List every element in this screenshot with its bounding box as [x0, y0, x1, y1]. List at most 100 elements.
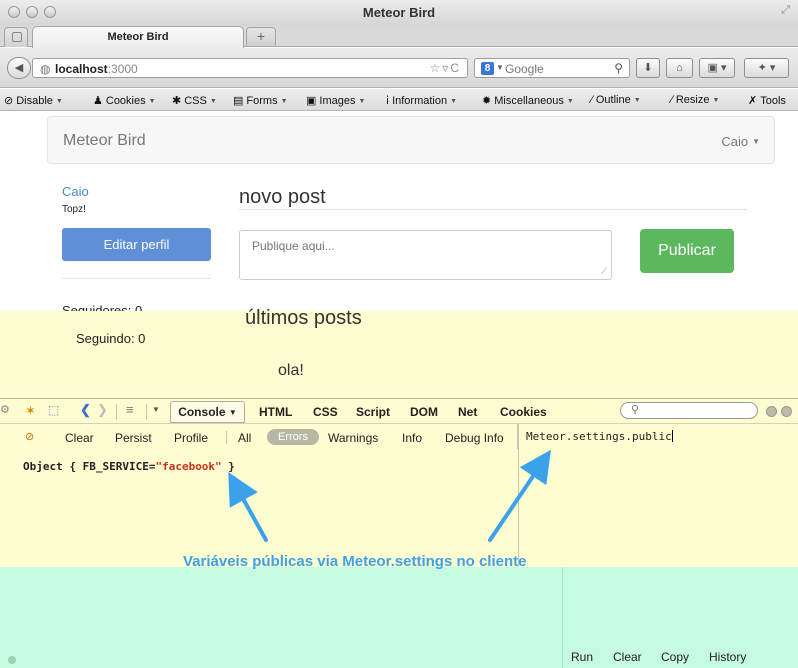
resize-grip-icon[interactable]: ⟋	[601, 266, 607, 277]
sync-icon: ▣ ▾	[707, 62, 727, 74]
back-icon[interactable]: ❮	[80, 402, 91, 418]
history-button[interactable]: History	[709, 650, 746, 664]
toolbar-item-css[interactable]: ✱ CSS ▼	[172, 94, 217, 107]
search-bar[interactable]: 8 ▼ Google ⚲	[474, 58, 630, 78]
command-editor[interactable]: Meteor.settings.public	[526, 430, 673, 443]
toolbar-item-miscellaneous[interactable]: ✹ Miscellaneous ▼	[482, 94, 574, 107]
copy-button[interactable]: Copy	[661, 650, 689, 664]
console-filter-bar: ⊘ Clear Persist Profile All Errors Warni…	[0, 424, 518, 449]
filter-info[interactable]: Info	[402, 431, 422, 445]
reload-icon[interactable]: C	[450, 61, 461, 75]
filter-errors[interactable]: Errors	[267, 429, 319, 445]
gear-icon[interactable]: ⚙	[0, 403, 10, 416]
cookies-icon: ♟	[93, 95, 103, 107]
page-icon	[12, 32, 22, 42]
tab-meteor-bird[interactable]: Meteor Bird	[32, 26, 244, 48]
clear-console-icon[interactable]: ⊘	[25, 430, 34, 443]
profile-name-link[interactable]: Caio	[62, 184, 89, 199]
bookmark-star-icon[interactable]: ☆	[430, 61, 443, 75]
google-engine-icon[interactable]: 8	[481, 62, 494, 75]
post-item: ola!	[278, 362, 304, 379]
toolbar-item-outline[interactable]: ∕ Outline ▼	[591, 94, 641, 106]
caret-down-icon: ▼	[752, 137, 760, 146]
tab-net[interactable]: Net	[458, 405, 477, 419]
tab-strip: Meteor Bird +	[0, 25, 798, 48]
images-icon: ▣	[306, 95, 317, 107]
firebug-overlay: Seguindo: 0 últimos posts ola! ⚙ ✶ ⬚ ❮ ❯…	[0, 307, 798, 568]
forward-icon[interactable]: ❯	[97, 402, 108, 418]
filter-all[interactable]: All	[238, 431, 251, 445]
css-icon: ✱	[172, 95, 182, 107]
toolbar-item-images[interactable]: ▣ Images ▼	[306, 94, 365, 107]
sidebar-divider	[62, 278, 211, 279]
globe-icon: ◍	[40, 62, 51, 76]
tools-icon: ✗	[748, 95, 758, 107]
firebug-toolbar: ⚙ ✶ ⬚ ❮ ❯ ≡ ▼ Console ▼ HTML CSS Script …	[0, 398, 798, 424]
chevron-down-icon[interactable]: ▼	[152, 405, 160, 414]
post-textarea[interactable]: Publique aqui... ⟋	[239, 230, 612, 280]
home-icon: ⌂	[676, 62, 683, 74]
address-bar[interactable]: ◍ localhost:3000 ☆▿C	[32, 58, 468, 78]
disable-icon: ⊘	[4, 95, 14, 107]
window-title: Meteor Bird	[362, 5, 436, 20]
new-post-heading: novo post	[239, 186, 326, 208]
clear-command-button[interactable]: Clear	[613, 650, 642, 664]
sync-button[interactable]: ▣ ▾	[699, 58, 735, 78]
filter-debug-info[interactable]: Debug Info	[445, 431, 504, 445]
tab-script[interactable]: Script	[356, 405, 390, 419]
tab-console[interactable]: Console ▼	[170, 401, 245, 423]
profile-bio: Topz!	[62, 204, 86, 215]
fullscreen-icon[interactable]: ⤢	[781, 4, 790, 17]
toolbar-item-resize[interactable]: ∕ Resize ▼	[671, 94, 719, 106]
title-bar: Meteor Bird ⤢	[0, 0, 798, 25]
firebug-search-input[interactable]: ⚲	[620, 402, 758, 419]
command-editor-footer: Run Clear Copy History	[0, 567, 798, 668]
web-developer-toolbar: ⊘ Disable ▼ ♟ Cookies ▼ ✱ CSS ▼ ▤ Forms ▼ ▣ Image…	[0, 89, 798, 111]
clear-button[interactable]: Clear	[65, 431, 94, 445]
close-icon[interactable]	[781, 406, 792, 417]
profile-button[interactable]: Profile	[174, 431, 208, 445]
app-brand[interactable]: Meteor Bird	[63, 132, 146, 150]
toolbar-item-cookies[interactable]: ♟ Cookies ▼	[93, 94, 156, 107]
status-dot-icon	[8, 656, 16, 664]
toolbar-item-information[interactable]: ⅰ Information ▼	[386, 94, 457, 107]
miscellaneous-icon: ✹	[482, 95, 492, 107]
toolbar-item-tools[interactable]: ✗ Tools	[748, 94, 786, 107]
post-placeholder: Publique aqui...	[252, 239, 335, 253]
annotation-caption: Variáveis públicas via Meteor.settings n…	[183, 553, 527, 570]
tab-dom[interactable]: DOM	[410, 405, 438, 419]
new-tab-button[interactable]: +	[246, 27, 276, 46]
download-button[interactable]: ⬇	[636, 58, 660, 78]
download-icon: ⬇	[643, 62, 653, 74]
toolbar-item-disable[interactable]: ⊘ Disable ▼	[4, 94, 63, 107]
app-navbar: Meteor Bird Caio ▼	[47, 116, 775, 164]
back-arrow-icon: ◀	[14, 62, 24, 74]
panel-splitter[interactable]	[518, 424, 519, 568]
recent-posts-heading: últimos posts	[245, 307, 362, 329]
following-count: Seguindo: 0	[76, 331, 146, 346]
firebug-icon[interactable]: ✶	[25, 403, 36, 419]
chevron-down-icon[interactable]: ▼	[496, 63, 504, 72]
persist-button[interactable]: Persist	[115, 431, 152, 445]
user-menu-toggle[interactable]: Caio ▼	[721, 134, 760, 149]
outline-icon: ∕	[591, 94, 593, 106]
back-button[interactable]: ◀	[7, 57, 31, 79]
tab-html[interactable]: HTML	[259, 405, 292, 419]
url-text: localhost:3000	[55, 62, 138, 76]
tab-css[interactable]: CSS	[313, 405, 338, 419]
minimize-icon[interactable]	[766, 406, 777, 417]
publish-button[interactable]: Publicar	[640, 229, 734, 273]
edit-profile-button[interactable]: Editar perfil	[62, 228, 211, 261]
app-tab[interactable]	[4, 27, 28, 47]
toolbar-item-forms[interactable]: ▤ Forms ▼	[233, 94, 288, 107]
addon-button[interactable]: ✦ ▾	[744, 58, 789, 78]
inspect-icon[interactable]: ⬚	[48, 403, 59, 417]
filter-warnings[interactable]: Warnings	[328, 431, 378, 445]
tab-cookies[interactable]: Cookies	[500, 405, 547, 419]
run-button[interactable]: Run	[571, 650, 593, 664]
search-icon[interactable]: ⚲	[614, 61, 623, 75]
home-button[interactable]: ⌂	[666, 58, 693, 78]
addon-icon: ✦ ▾	[757, 62, 776, 74]
resize-icon: ∕	[671, 94, 673, 106]
menu-icon[interactable]: ≡	[126, 402, 134, 417]
